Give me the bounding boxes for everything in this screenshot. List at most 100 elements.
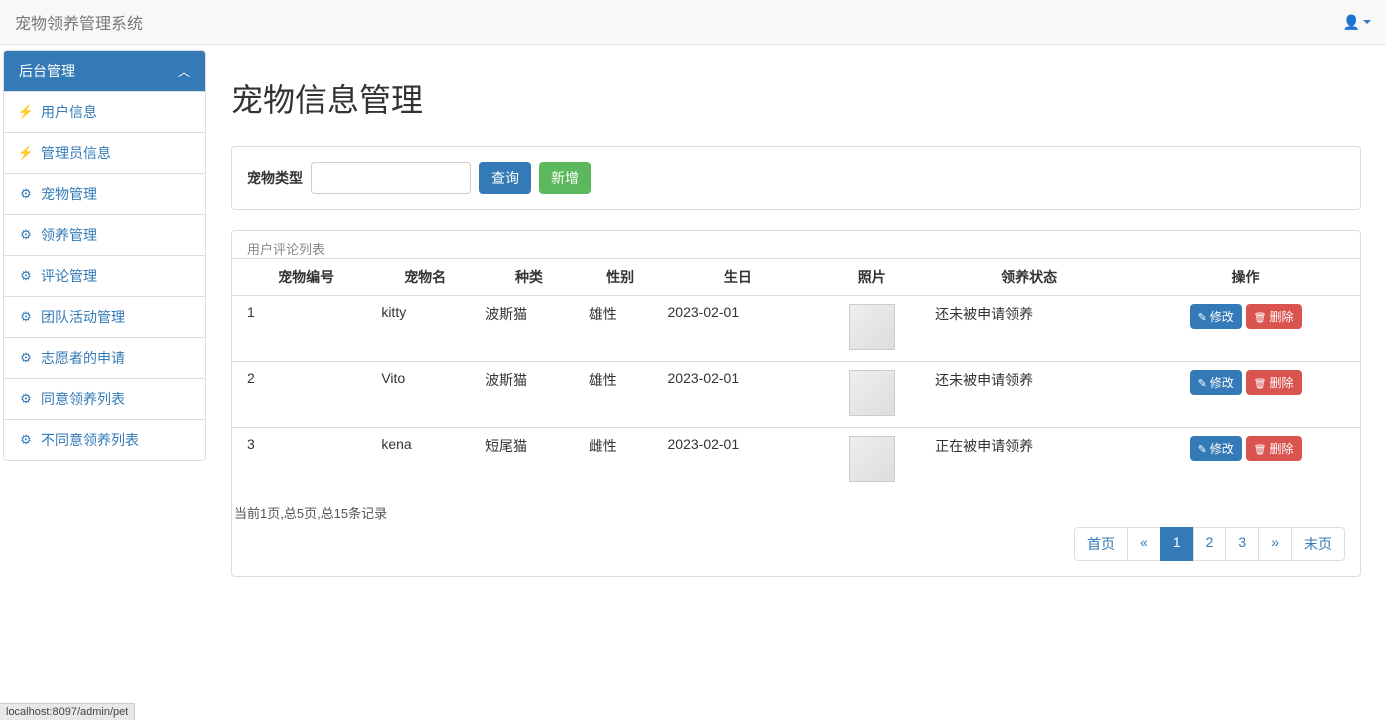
search-label: 宠物类型 — [247, 168, 303, 188]
table-legend: 用户评论列表 — [232, 231, 1360, 258]
sidebar-item-3[interactable]: ⚙ 领养管理 — [4, 214, 205, 255]
pet-type-input[interactable] — [311, 162, 471, 194]
sidebar-item-6[interactable]: ⚙ 志愿者的申请 — [4, 337, 205, 378]
table-cell: 雄性 — [581, 296, 660, 362]
navbar-brand[interactable]: 宠物领养管理系统 — [15, 10, 143, 34]
edit-button[interactable]: 修改 — [1190, 304, 1242, 329]
sidebar-item-4[interactable]: ⚙ 评论管理 — [4, 255, 205, 296]
edit-button[interactable]: 修改 — [1190, 370, 1242, 395]
table-header: 领养状态 — [927, 259, 1131, 296]
table-cell: kitty — [373, 296, 477, 362]
table-panel: 用户评论列表 宠物编号宠物名种类性别生日照片领养状态操作 1kitty波斯猫雄性… — [231, 230, 1361, 577]
sidebar-item-label: 管理员信息 — [41, 143, 111, 163]
sidebar-item-label: 团队活动管理 — [41, 307, 125, 327]
table-header: 宠物名 — [373, 259, 477, 296]
sidebar-item-label: 领养管理 — [41, 225, 97, 245]
sidebar-icon: ⚙ — [19, 268, 33, 284]
table-row: 3kena短尾猫雌性2023-02-01正在被申请领养修改删除 — [232, 428, 1360, 494]
table-cell: 短尾猫 — [477, 428, 581, 494]
sidebar-item-label: 不同意领养列表 — [41, 430, 139, 450]
pencil-icon — [1198, 376, 1207, 390]
sidebar-item-0[interactable]: ⚡ 用户信息 — [4, 91, 205, 132]
page-next[interactable]: » — [1258, 527, 1292, 561]
table-row: 1kitty波斯猫雄性2023-02-01还未被申请领养修改删除 — [232, 296, 1360, 362]
main-content: 宠物信息管理 宠物类型 查询 新增 用户评论列表 宠物编号宠物名种类性别生日照片… — [206, 50, 1386, 587]
photo-cell — [816, 362, 927, 428]
sidebar-item-1[interactable]: ⚡管理员信息 — [4, 132, 205, 173]
navbar: 宠物领养管理系统 👤 — [0, 0, 1386, 45]
caret-down-icon — [1363, 20, 1371, 24]
table-cell: 2023-02-01 — [660, 428, 817, 494]
table-row: 2Vito波斯猫雄性2023-02-01还未被申请领养修改删除 — [232, 362, 1360, 428]
table-cell: 雌性 — [581, 428, 660, 494]
pet-photo — [849, 370, 895, 416]
sidebar-icon: ⚡ — [19, 104, 33, 120]
pencil-icon — [1198, 310, 1207, 324]
pet-table: 宠物编号宠物名种类性别生日照片领养状态操作 1kitty波斯猫雄性2023-02… — [232, 258, 1360, 493]
sidebar-item-5[interactable]: ⚙ 团队活动管理 — [4, 296, 205, 337]
table-cell: 2023-02-01 — [660, 296, 817, 362]
pagination: 首页«123»末页 — [232, 527, 1360, 576]
chevron-up-icon: ︿ — [178, 63, 190, 80]
sidebar-item-7[interactable]: ⚙ 同意领养列表 — [4, 378, 205, 419]
table-cell: 2023-02-01 — [660, 362, 817, 428]
sidebar-item-label: 评论管理 — [41, 266, 97, 286]
delete-button[interactable]: 删除 — [1246, 370, 1302, 395]
page-prev[interactable]: « — [1127, 527, 1161, 561]
pet-photo — [849, 304, 895, 350]
table-header: 照片 — [816, 259, 927, 296]
table-cell: 3 — [232, 428, 373, 494]
pet-photo — [849, 436, 895, 482]
page-1[interactable]: 1 — [1160, 527, 1194, 561]
pencil-icon — [1198, 442, 1207, 456]
page-last[interactable]: 末页 — [1291, 527, 1345, 561]
table-header: 种类 — [477, 259, 581, 296]
photo-cell — [816, 296, 927, 362]
user-icon: 👤 — [1343, 14, 1360, 31]
page-title: 宠物信息管理 — [231, 75, 1361, 121]
page-2[interactable]: 2 — [1193, 527, 1227, 561]
sidebar-item-label: 同意领养列表 — [41, 389, 125, 409]
sidebar-item-label: 用户信息 — [41, 102, 97, 122]
sidebar-item-label: 宠物管理 — [41, 184, 97, 204]
actions-cell: 修改删除 — [1131, 428, 1360, 494]
table-cell: kena — [373, 428, 477, 494]
page-first[interactable]: 首页 — [1074, 527, 1128, 561]
sidebar-icon: ⚙ — [19, 432, 33, 448]
search-panel: 宠物类型 查询 新增 — [231, 146, 1361, 210]
sidebar-item-label: 志愿者的申请 — [41, 348, 125, 368]
status-bar: localhost:8097/admin/pet — [0, 703, 135, 720]
status-cell: 还未被申请领养 — [927, 362, 1131, 428]
sidebar-icon: ⚙ — [19, 186, 33, 202]
edit-button[interactable]: 修改 — [1190, 436, 1242, 461]
sidebar-icon: ⚙ — [19, 350, 33, 366]
sidebar-heading-label: 后台管理 — [19, 61, 75, 81]
sidebar-icon: ⚙ — [19, 391, 33, 407]
table-header: 宠物编号 — [232, 259, 373, 296]
table-cell: 2 — [232, 362, 373, 428]
status-cell: 正在被申请领养 — [927, 428, 1131, 494]
user-menu-toggle[interactable]: 👤 — [1343, 14, 1371, 31]
page-3[interactable]: 3 — [1225, 527, 1259, 561]
delete-button[interactable]: 删除 — [1246, 436, 1302, 461]
sidebar-icon: ⚙ — [19, 227, 33, 243]
pagination-info: 当前1页,总5页,总15条记录 — [232, 493, 1360, 527]
sidebar-heading[interactable]: 后台管理 ︿ — [4, 51, 205, 91]
table-cell: Vito — [373, 362, 477, 428]
sidebar-item-8[interactable]: ⚙ 不同意领养列表 — [4, 419, 205, 460]
actions-cell: 修改删除 — [1131, 362, 1360, 428]
query-button[interactable]: 查询 — [479, 162, 531, 194]
table-cell: 1 — [232, 296, 373, 362]
table-cell: 雄性 — [581, 362, 660, 428]
add-button[interactable]: 新增 — [539, 162, 591, 194]
photo-cell — [816, 428, 927, 494]
sidebar-item-2[interactable]: ⚙ 宠物管理 — [4, 173, 205, 214]
sidebar: 后台管理 ︿ ⚡ 用户信息 ⚡管理员信息 ⚙ 宠物管理 ⚙ 领养管理 ⚙ 评论管理 ⚙ 团队活动管理… — [3, 50, 206, 587]
table-header: 性别 — [581, 259, 660, 296]
trash-icon — [1254, 310, 1267, 324]
table-cell: 波斯猫 — [477, 362, 581, 428]
actions-cell: 修改删除 — [1131, 296, 1360, 362]
table-header: 生日 — [660, 259, 817, 296]
sidebar-icon: ⚙ — [19, 309, 33, 325]
delete-button[interactable]: 删除 — [1246, 304, 1302, 329]
